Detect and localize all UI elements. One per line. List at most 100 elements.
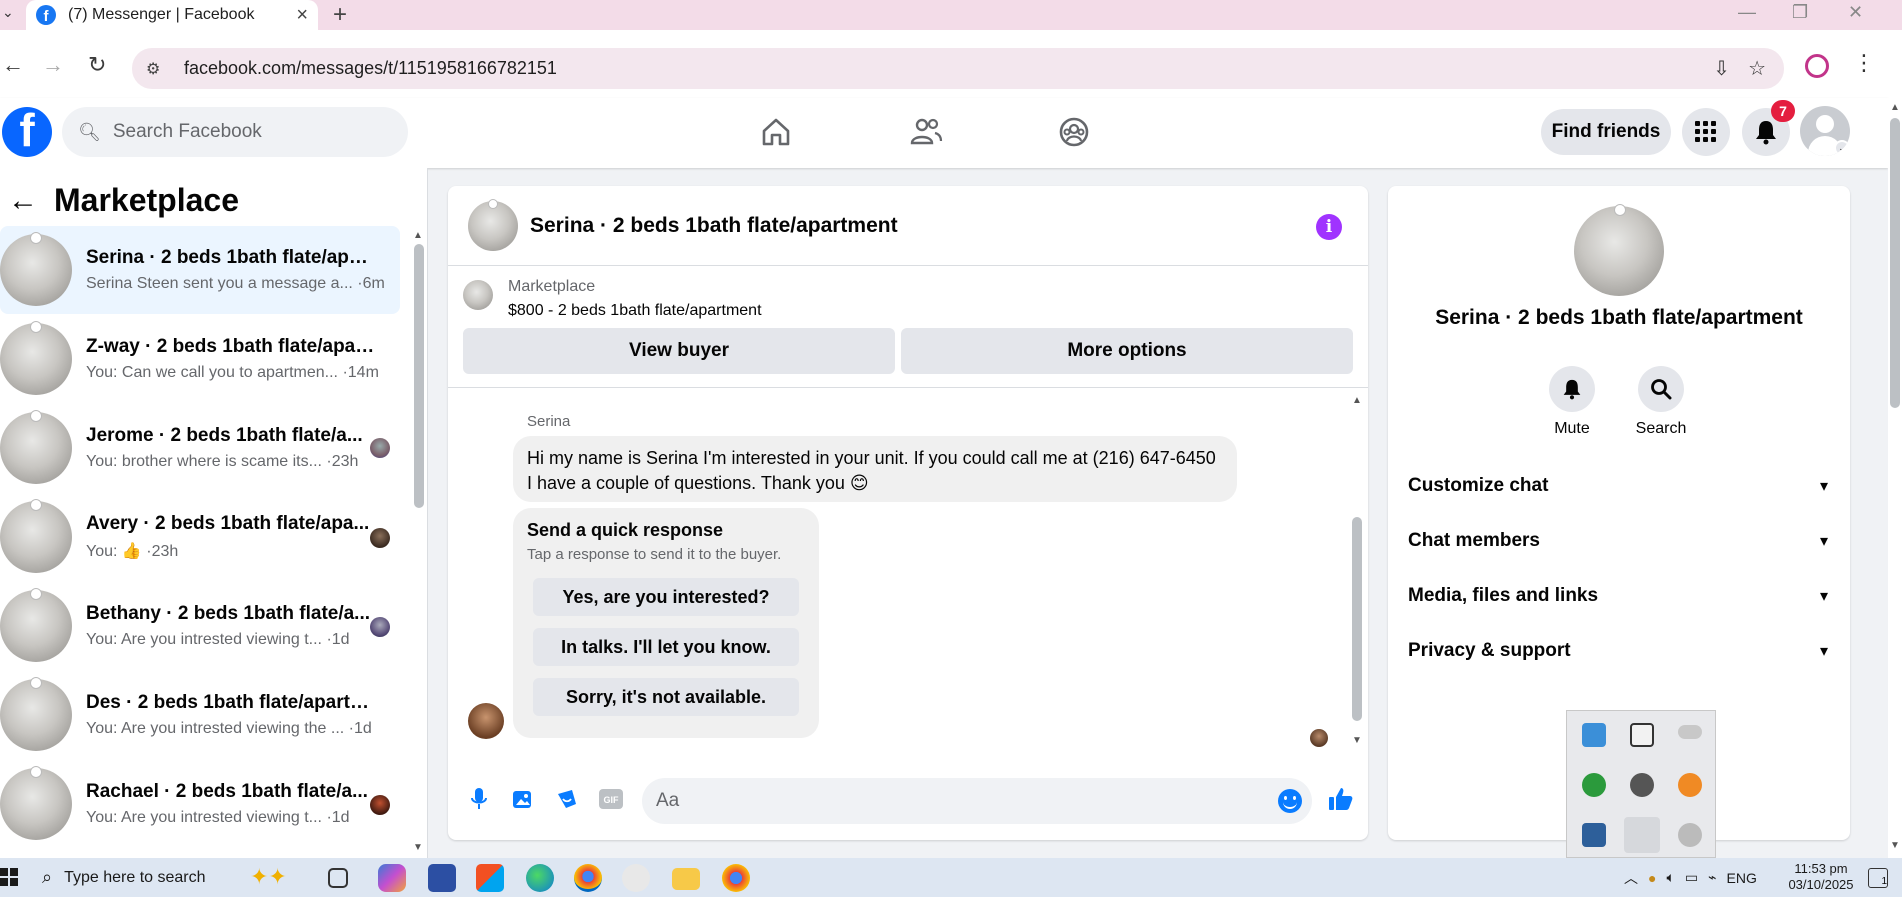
more-options-button[interactable]: More options	[901, 328, 1353, 374]
forward-arrow-icon[interactable]: →	[42, 52, 64, 78]
menu-grid-icon[interactable]	[1682, 108, 1730, 156]
chat-scrollbar[interactable]	[1352, 517, 1362, 721]
audio-app-icon[interactable]	[1678, 773, 1702, 797]
page-scrollbar[interactable]: ▲ ▼	[1888, 98, 1902, 858]
photo-icon[interactable]	[510, 786, 536, 812]
windows-start-icon[interactable]	[0, 868, 18, 886]
show-hidden-icons-icon[interactable]: ︿	[1624, 868, 1638, 888]
groups-icon[interactable]	[1054, 112, 1094, 152]
facebook-logo-icon[interactable]: f	[2, 107, 52, 157]
message-input[interactable]: Aa	[642, 778, 1312, 824]
friends-icon[interactable]	[906, 112, 946, 152]
sticker-icon[interactable]	[554, 786, 580, 812]
section-label: Privacy & support	[1408, 640, 1571, 661]
taskbar-search-box[interactable]: ⌕ Type here to search ✦✦	[24, 858, 314, 897]
onedrive-cloud-icon[interactable]	[1678, 725, 1702, 739]
sidebar-title: Marketplace	[54, 182, 239, 218]
notification-center-icon[interactable]: 1	[1868, 868, 1888, 888]
address-bar[interactable]: ⚙ facebook.com/messages/t/11519581667821…	[132, 48, 1784, 89]
conversation-item[interactable]: Avery · 2 beds 1bath flate/apa... You: 👍…	[0, 493, 400, 581]
scroll-down-arrow-icon[interactable]: ▼	[1890, 840, 1900, 851]
find-friends-button[interactable]: Find friends	[1541, 109, 1671, 155]
browser-tab[interactable]: f (7) Messenger | Facebook ×	[26, 0, 318, 30]
taskbar-clock[interactable]: 11:53 pm 03/10/2025	[1776, 861, 1866, 893]
feather-app-icon[interactable]	[1624, 817, 1660, 853]
quick-response-option[interactable]: Sorry, it's not available.	[533, 678, 799, 716]
search-conversation-button[interactable]: Search	[1616, 366, 1706, 438]
seen-avatar	[370, 438, 390, 458]
close-window-icon[interactable]: ✕	[1848, 2, 1863, 23]
edge-browser-icon[interactable]	[526, 864, 554, 892]
page-scrollbar-thumb[interactable]	[1890, 118, 1900, 408]
language-indicator[interactable]: ENG	[1727, 870, 1757, 886]
copilot-sparkle-icon[interactable]: ✦✦	[250, 864, 287, 890]
install-app-icon[interactable]: ⇩	[1713, 56, 1730, 81]
paint-app-icon[interactable]	[622, 864, 650, 892]
info-icon[interactable]: i	[1316, 214, 1342, 240]
utility-app-icon[interactable]	[1582, 823, 1606, 847]
facebook-search-input[interactable]: 🔍︎ Search Facebook	[62, 107, 408, 157]
conversation-item[interactable]: Rachael · 2 beds 1bath flate/a... You: A…	[0, 760, 400, 848]
conversation-item[interactable]: Z-way · 2 beds 1bath flate/apart... You:…	[0, 315, 400, 403]
browser-menu-icon[interactable]: ⋮	[1853, 50, 1875, 76]
conversation-snippet: Serina Steen sent you a message a... ·6m	[86, 275, 385, 292]
customize-chat-section[interactable]: Customize chat ▾	[1408, 466, 1828, 506]
sidebar-scrollbar[interactable]	[414, 244, 424, 508]
mute-button[interactable]: Mute	[1527, 366, 1617, 438]
site-settings-icon[interactable]: ⚙	[146, 59, 168, 79]
network-globe-icon[interactable]	[1582, 773, 1606, 797]
section-label: Media, files and links	[1408, 585, 1599, 606]
restore-icon[interactable]: ❐	[1792, 2, 1808, 23]
volume-icon[interactable]: 🔈︎	[1666, 869, 1674, 886]
view-buyer-button[interactable]: View buyer	[463, 328, 895, 374]
chat-members-section[interactable]: Chat members ▾	[1408, 521, 1828, 561]
chevron-down-icon[interactable]: ⌄	[1834, 140, 1850, 156]
reload-icon[interactable]: ↻	[88, 52, 106, 78]
network-icon[interactable]: ⌁	[1708, 869, 1716, 886]
security-shield-icon[interactable]	[1630, 723, 1654, 747]
quick-response-option[interactable]: Yes, are you interested?	[533, 578, 799, 616]
quick-response-option[interactable]: In talks. I'll let you know.	[533, 628, 799, 666]
chrome-profile-icon[interactable]	[722, 864, 750, 892]
conversation-item[interactable]: Bethany · 2 beds 1bath flate/a... You: A…	[0, 582, 400, 670]
quick-response-card: Send a quick response Tap a response to …	[513, 508, 819, 738]
back-arrow-icon[interactable]: ←	[2, 52, 24, 78]
conversation-item[interactable]: Jerome · 2 beds 1bath flate/a... You: br…	[0, 404, 400, 492]
home-icon[interactable]	[756, 112, 796, 152]
scroll-up-arrow-icon[interactable]: ▲	[1352, 395, 1362, 406]
close-tab-icon[interactable]: ×	[296, 4, 308, 27]
settings-app-icon[interactable]	[1678, 823, 1702, 847]
display-icon[interactable]: ▭	[1685, 869, 1698, 886]
conversation-item[interactable]: Serina · 2 beds 1bath flate/apart... Ser…	[0, 226, 400, 314]
listing-thumbnail	[463, 280, 493, 310]
tab-search-icon[interactable]: ⌄	[2, 4, 14, 21]
scroll-up-arrow-icon[interactable]: ▲	[413, 230, 423, 241]
save-app-icon[interactable]	[428, 864, 456, 892]
thumbs-up-icon[interactable]	[1328, 786, 1354, 812]
new-tab-icon[interactable]: +	[333, 1, 347, 29]
microsoft-store-icon[interactable]	[476, 864, 504, 892]
tray-app-icon[interactable]: ●	[1648, 870, 1656, 886]
microphone-icon[interactable]	[466, 786, 492, 812]
back-arrow-icon[interactable]: ←	[8, 184, 38, 218]
account-avatar[interactable]: ⌄	[1800, 106, 1850, 156]
chat-title[interactable]: Serina · 2 beds 1bath flate/apartment	[530, 214, 898, 238]
bookmark-star-icon[interactable]: ☆	[1748, 56, 1766, 81]
gif-icon[interactable]: GIF	[598, 786, 624, 812]
media-files-links-section[interactable]: Media, files and links ▾	[1408, 576, 1828, 616]
task-view-icon[interactable]	[328, 868, 348, 888]
file-explorer-icon[interactable]	[672, 868, 700, 890]
copilot-app-icon[interactable]	[378, 864, 406, 892]
minimize-icon[interactable]: —	[1738, 2, 1756, 23]
emoji-icon[interactable]	[1278, 789, 1302, 813]
privacy-support-section[interactable]: Privacy & support ▾	[1408, 631, 1828, 671]
scroll-down-arrow-icon[interactable]: ▼	[1352, 735, 1362, 746]
conversation-item[interactable]: Des · 2 beds 1bath flate/apartm... You: …	[0, 671, 400, 759]
scroll-up-arrow-icon[interactable]: ▲	[1890, 102, 1900, 113]
chrome-browser-icon[interactable]	[574, 864, 602, 892]
scroll-down-arrow-icon[interactable]: ▼	[413, 842, 423, 853]
profile-icon[interactable]	[1805, 54, 1829, 78]
app-tray-icon[interactable]	[1582, 723, 1606, 747]
listing-thumbnail[interactable]	[468, 198, 518, 251]
printer-app-icon[interactable]	[1630, 773, 1654, 797]
